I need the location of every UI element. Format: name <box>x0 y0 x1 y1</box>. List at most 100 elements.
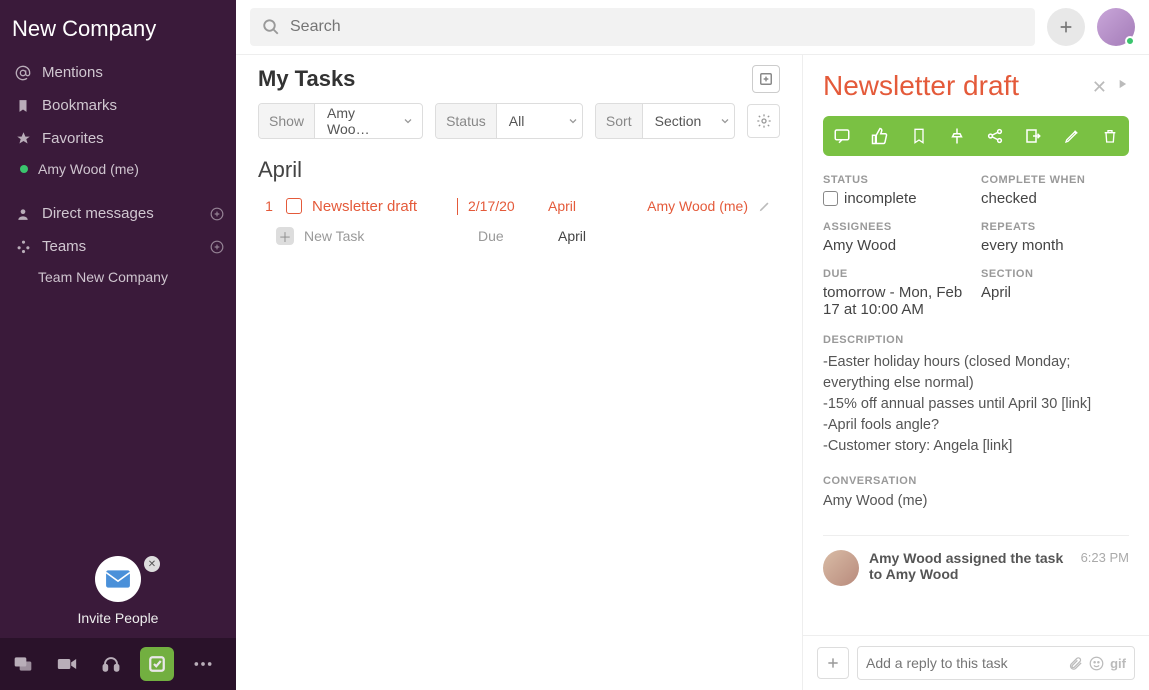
main: My Tasks Show Amy Woo… Status All <box>236 0 1149 690</box>
expand-panel-button[interactable] <box>1115 77 1129 98</box>
reply-input-wrap[interactable]: gif <box>857 646 1135 680</box>
video-icon[interactable] <box>52 649 82 679</box>
move-button[interactable] <box>1019 127 1047 145</box>
filter-show[interactable]: Show Amy Woo… <box>258 103 423 139</box>
meta-due[interactable]: DUE tomorrow - Mon, Feb 17 at 10:00 AM <box>823 268 971 318</box>
desc-line: -15% off annual passes until April 30 [l… <box>823 394 1129 415</box>
meta-complete-when[interactable]: COMPLETE WHEN checked <box>981 174 1129 207</box>
desc-line: -Easter holiday hours (closed Monday; ev… <box>823 352 1129 394</box>
filter-settings-button[interactable] <box>747 104 780 138</box>
new-task-title[interactable]: New Task <box>304 228 468 244</box>
sidebar-item-mentions[interactable]: Mentions <box>0 56 236 89</box>
sidebar-item-bookmarks[interactable]: Bookmarks <box>0 89 236 122</box>
meta-status[interactable]: STATUS incomplete <box>823 174 971 207</box>
presence-dot-icon <box>1125 36 1135 46</box>
add-dm-button[interactable] <box>208 205 226 223</box>
sidebar-label: Amy Wood (me) <box>38 161 139 177</box>
global-add-button[interactable] <box>1047 8 1085 46</box>
topbar <box>236 0 1149 54</box>
new-task-row[interactable]: ＋ New Task Due April <box>258 221 780 251</box>
meta-section[interactable]: SECTION April <box>981 268 1129 318</box>
invite-label: Invite People <box>0 610 236 626</box>
gear-icon <box>756 113 772 129</box>
activity-text: Amy Wood assigned the task to Amy Wood <box>869 550 1071 582</box>
headset-icon[interactable] <box>96 649 126 679</box>
chevron-down-icon <box>402 115 414 127</box>
mail-icon <box>105 569 131 589</box>
filter-status[interactable]: Status All <box>435 103 583 139</box>
description-body[interactable]: -Easter holiday hours (closed Monday; ev… <box>823 352 1129 457</box>
company-name[interactable]: New Company <box>0 0 236 52</box>
presence-dot-icon <box>20 165 28 173</box>
invite-icon-circle <box>95 556 141 602</box>
chat-icon[interactable] <box>8 649 38 679</box>
chevron-down-icon <box>567 115 579 127</box>
comment-button[interactable] <box>828 127 856 145</box>
task-title[interactable]: Newsletter draft <box>312 198 458 215</box>
task-edit-button[interactable] <box>758 199 776 213</box>
user-avatar[interactable] <box>1097 8 1135 46</box>
bookmark-button[interactable] <box>905 127 933 145</box>
edit-button[interactable] <box>1058 128 1086 144</box>
sidebar-label: Bookmarks <box>42 97 117 114</box>
sidebar: New Company Mentions Bookmarks Favorites… <box>0 0 236 690</box>
filter-sort[interactable]: Sort Section <box>595 103 735 139</box>
bottom-bar <box>0 638 236 690</box>
conversation-participants[interactable]: Amy Wood (me) <box>823 493 1129 509</box>
filter-label: Show <box>259 104 315 138</box>
search-input[interactable] <box>290 18 1023 36</box>
filter-value[interactable]: All <box>497 104 583 138</box>
filter-value[interactable]: Section <box>643 104 735 138</box>
close-panel-button[interactable]: ✕ <box>1092 77 1107 98</box>
pin-button[interactable] <box>943 127 971 145</box>
sidebar-label: Favorites <box>42 130 104 147</box>
task-checkbox[interactable] <box>286 198 302 214</box>
tasks-icon[interactable] <box>140 647 174 681</box>
desc-line: -April fools angle? <box>823 415 1129 436</box>
attach-button[interactable] <box>1068 656 1083 671</box>
pencil-icon <box>758 199 772 213</box>
search-icon <box>262 18 280 36</box>
add-team-button[interactable] <box>208 238 226 256</box>
activity-item: Amy Wood assigned the task to Amy Wood 6… <box>823 535 1129 586</box>
action-bar <box>823 116 1129 156</box>
gif-button[interactable]: gif <box>1110 656 1126 671</box>
person-icon <box>14 207 32 221</box>
share-button[interactable] <box>981 127 1009 145</box>
details-panel: Newsletter draft ✕ <box>802 54 1149 690</box>
task-date: 2/17/20 <box>468 198 538 214</box>
search-input-wrap[interactable] <box>250 8 1035 46</box>
sidebar-label: Team New Company <box>38 269 168 285</box>
emoji-button[interactable] <box>1089 656 1104 671</box>
add-task-button[interactable] <box>752 65 780 93</box>
sidebar-header-dm[interactable]: Direct messages <box>0 197 236 230</box>
status-checkbox[interactable] <box>823 191 838 206</box>
sidebar-header-teams[interactable]: Teams <box>0 230 236 263</box>
sidebar-item-favorites[interactable]: Favorites <box>0 122 236 155</box>
new-task-plus[interactable]: ＋ <box>276 227 294 245</box>
sidebar-favorite-me[interactable]: Amy Wood (me) <box>0 155 236 183</box>
sidebar-label: Teams <box>42 238 86 255</box>
new-task-due: Due <box>478 228 548 244</box>
teams-icon <box>14 239 32 254</box>
meta-assignees[interactable]: ASSIGNEES Amy Wood <box>823 221 971 254</box>
description-label: DESCRIPTION <box>823 334 1129 346</box>
delete-button[interactable] <box>1096 127 1124 145</box>
task-section: April <box>548 198 608 214</box>
invite-close-button[interactable]: ✕ <box>144 556 160 572</box>
sidebar-team-item[interactable]: Team New Company <box>0 263 236 291</box>
task-row[interactable]: 1 Newsletter draft 2/17/20 April Amy Woo… <box>258 191 780 221</box>
bookmark-icon <box>14 99 32 113</box>
more-icon[interactable] <box>188 649 218 679</box>
like-button[interactable] <box>866 127 894 145</box>
section-heading[interactable]: April <box>258 157 780 183</box>
filter-value[interactable]: Amy Woo… <box>315 104 422 138</box>
activity-avatar[interactable] <box>823 550 859 586</box>
invite-people[interactable]: ✕ Invite People <box>0 556 236 626</box>
meta-repeats[interactable]: REPEATS every month <box>981 221 1129 254</box>
detail-title[interactable]: Newsletter draft <box>823 71 1092 102</box>
chevron-down-icon <box>719 115 731 127</box>
reply-input[interactable] <box>866 655 1062 671</box>
reply-bar: gif <box>803 635 1149 690</box>
reply-add-button[interactable] <box>817 647 849 679</box>
